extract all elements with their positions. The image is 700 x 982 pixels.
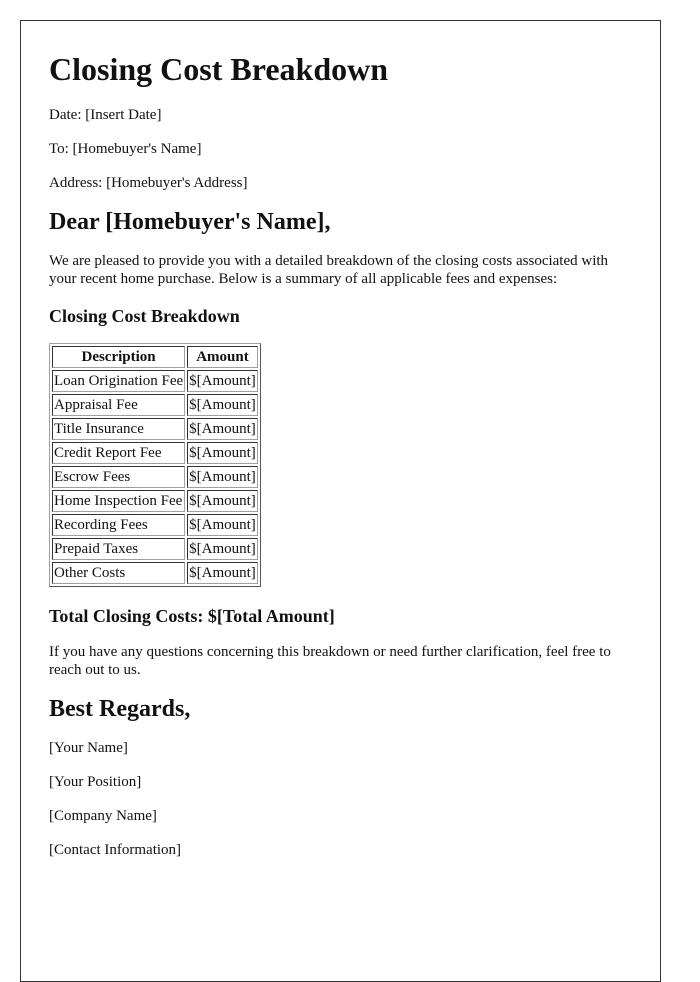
cell-amount: $[Amount] <box>187 394 258 416</box>
table-row: Recording Fees $[Amount] <box>52 514 258 536</box>
cell-description: Title Insurance <box>52 418 186 440</box>
table-row: Home Inspection Fee $[Amount] <box>52 490 258 512</box>
document-title: Closing Cost Breakdown <box>49 51 389 87</box>
closing-cost-table: Description Amount Loan Origination Fee … <box>49 343 261 587</box>
cell-description: Home Inspection Fee <box>52 490 186 512</box>
cell-description: Other Costs <box>52 562 186 584</box>
cell-description: Escrow Fees <box>52 466 186 488</box>
cell-amount: $[Amount] <box>187 442 258 464</box>
table-row: Credit Report Fee $[Amount] <box>52 442 258 464</box>
date-line: Date: [Insert Date] <box>49 107 162 123</box>
intro-paragraph: We are pleased to provide you with a det… <box>49 253 609 287</box>
cell-amount: $[Amount] <box>187 562 258 584</box>
table-row: Loan Origination Fee $[Amount] <box>52 370 258 392</box>
letter-container: Closing Cost Breakdown Date: [Insert Dat… <box>20 20 661 982</box>
address-line: Address: [Homebuyer's Address] <box>49 175 248 191</box>
cell-amount: $[Amount] <box>187 418 258 440</box>
column-header-amount: Amount <box>187 346 258 368</box>
table-header-row: Description Amount <box>52 346 258 368</box>
signature-block: [Your Name] [Your Position] [Company Nam… <box>49 739 631 859</box>
cell-amount: $[Amount] <box>187 490 258 512</box>
signer-position: [Your Position] <box>49 774 142 790</box>
total-closing-costs: Total Closing Costs: $[Total Amount] <box>49 606 335 626</box>
column-header-description: Description <box>52 346 186 368</box>
cell-description: Credit Report Fee <box>52 442 186 464</box>
table-row: Title Insurance $[Amount] <box>52 418 258 440</box>
cell-amount: $[Amount] <box>187 466 258 488</box>
cell-description: Recording Fees <box>52 514 186 536</box>
company-name: [Company Name] <box>49 808 157 824</box>
cell-description: Loan Origination Fee <box>52 370 186 392</box>
recipient-line: To: [Homebuyer's Name] <box>49 141 202 157</box>
section-title: Closing Cost Breakdown <box>49 306 240 326</box>
table-row: Other Costs $[Amount] <box>52 562 258 584</box>
cell-amount: $[Amount] <box>187 370 258 392</box>
table-row: Prepaid Taxes $[Amount] <box>52 538 258 560</box>
cell-description: Prepaid Taxes <box>52 538 186 560</box>
table-row: Appraisal Fee $[Amount] <box>52 394 258 416</box>
cell-description: Appraisal Fee <box>52 394 186 416</box>
signer-name: [Your Name] <box>49 740 128 756</box>
greeting: Dear [Homebuyer's Name], <box>49 209 331 235</box>
signoff: Best Regards, <box>49 696 191 722</box>
cell-amount: $[Amount] <box>187 514 258 536</box>
cell-amount: $[Amount] <box>187 538 258 560</box>
table-row: Escrow Fees $[Amount] <box>52 466 258 488</box>
contact-information: [Contact Information] <box>49 842 182 858</box>
closing-paragraph: If you have any questions concerning thi… <box>49 644 611 678</box>
